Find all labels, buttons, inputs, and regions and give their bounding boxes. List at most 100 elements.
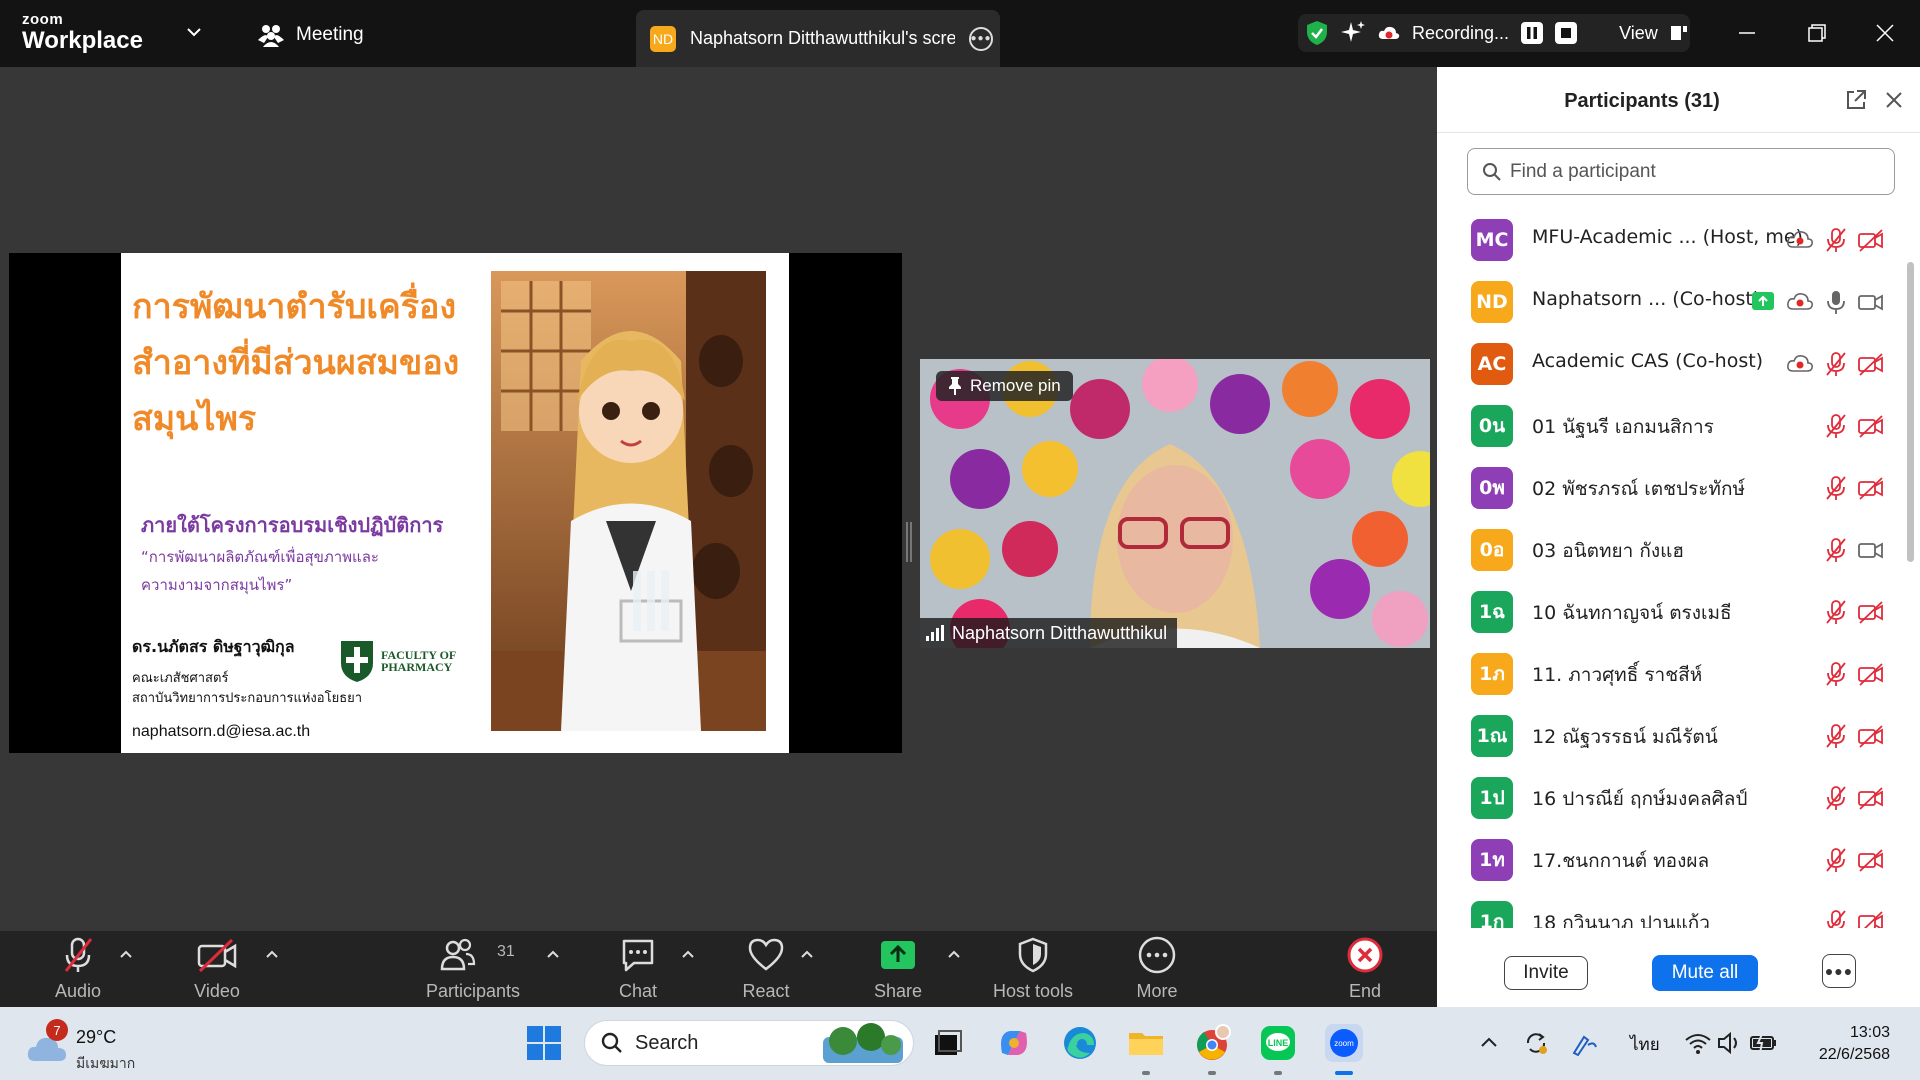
participant-row[interactable]: 1ป 16 ปารณีย์ ฤกษ์มงคลศิลป์ bbox=[1437, 766, 1905, 828]
camera-off-icon[interactable] bbox=[1857, 351, 1885, 377]
chevron-up-icon[interactable] bbox=[946, 947, 962, 963]
chrome-icon[interactable] bbox=[1192, 1023, 1232, 1063]
participant-search[interactable] bbox=[1467, 148, 1895, 195]
wifi-icon[interactable] bbox=[1684, 1029, 1712, 1057]
mic-muted-icon[interactable] bbox=[1823, 909, 1849, 928]
camera-off-icon[interactable] bbox=[1857, 599, 1885, 625]
slide-title-line: สมุนไพร bbox=[132, 399, 257, 439]
avatar: 0อ bbox=[1471, 529, 1513, 571]
system-clock[interactable]: 13:03 22/6/2568 bbox=[1806, 1022, 1890, 1066]
chevron-up-icon[interactable] bbox=[118, 947, 134, 963]
chevron-up-icon[interactable] bbox=[680, 947, 696, 963]
participant-name: 03 อนิตทยา กังแฮ bbox=[1532, 540, 1684, 562]
weather-widget[interactable]: 7 29°C มีเมฆมาก bbox=[26, 1019, 166, 1072]
task-view-icon[interactable] bbox=[928, 1023, 968, 1063]
mic-muted-icon[interactable] bbox=[1823, 599, 1849, 625]
audio-button[interactable]: Audio bbox=[48, 931, 108, 1007]
participant-row[interactable]: 0อ 03 อนิตทยา กังแฮ bbox=[1437, 518, 1905, 580]
participant-row[interactable]: 1ฉ 10 ฉันทกาญจน์ ตรงเมธี bbox=[1437, 580, 1905, 642]
mic-muted-icon[interactable] bbox=[1823, 847, 1849, 873]
mic-muted-icon[interactable] bbox=[1823, 227, 1849, 253]
chevron-up-icon[interactable] bbox=[799, 947, 815, 963]
brand-big-text: Workplace bbox=[22, 27, 143, 54]
participant-row[interactable]: 1ท 17.ชนกกานต์ ทองผล bbox=[1437, 828, 1905, 890]
video-button[interactable]: Video bbox=[187, 931, 247, 1007]
mic-muted-icon[interactable] bbox=[1823, 413, 1849, 439]
participant-row[interactable]: 1ภ 11. ภาวศุทธิ์ ราชสีห์ bbox=[1437, 642, 1905, 704]
camera-off-icon[interactable] bbox=[1857, 847, 1885, 873]
mic-muted-icon[interactable] bbox=[1823, 785, 1849, 811]
participant-row[interactable]: AC Academic CAS (Co-host) bbox=[1437, 332, 1905, 394]
windows-taskbar: 7 29°C มีเมฆมาก Search LINE zoom ไทย 13:… bbox=[0, 1007, 1920, 1080]
tab-meeting[interactable]: Meeting bbox=[258, 22, 364, 48]
view-layout-icon[interactable] bbox=[1670, 24, 1688, 42]
camera-off-icon[interactable] bbox=[1857, 661, 1885, 687]
more-options-icon[interactable]: ●●● bbox=[969, 26, 993, 51]
line-app-icon[interactable]: LINE bbox=[1258, 1023, 1298, 1063]
participant-row[interactable]: 1ณ 12 ณัฐวรรธน์ มณีรัตน์ bbox=[1437, 704, 1905, 766]
participant-row[interactable]: ND Naphatsorn ... (Co-host) bbox=[1437, 270, 1905, 332]
close-icon[interactable] bbox=[1870, 18, 1900, 48]
input-language[interactable]: ไทย bbox=[1630, 1031, 1660, 1058]
video-off-icon bbox=[197, 938, 237, 973]
camera-off-icon[interactable] bbox=[1857, 227, 1885, 253]
minimize-icon[interactable] bbox=[1732, 18, 1762, 48]
camera-off-icon[interactable] bbox=[1857, 413, 1885, 439]
participant-row[interactable]: 0น 01 นัฐนรี เอกมนสิการ bbox=[1437, 394, 1905, 456]
mic-muted-icon[interactable] bbox=[1823, 537, 1849, 563]
more-options-icon[interactable]: ●●● bbox=[1822, 954, 1856, 988]
close-panel-icon[interactable] bbox=[1881, 87, 1907, 113]
pen-input-icon[interactable] bbox=[1570, 1029, 1600, 1057]
scrollbar-thumb[interactable] bbox=[1907, 262, 1914, 562]
chat-button[interactable]: Chat bbox=[608, 931, 668, 1007]
more-button[interactable]: More bbox=[1127, 931, 1187, 1007]
invite-button[interactable]: Invite bbox=[1504, 956, 1588, 990]
svg-text:zoom: zoom bbox=[1334, 1039, 1354, 1048]
chevron-up-icon[interactable] bbox=[264, 947, 280, 963]
pause-recording-icon[interactable] bbox=[1521, 22, 1544, 44]
tab-screen-share[interactable]: ND Naphatsorn Ditthawutthikul's screen ●… bbox=[636, 10, 1000, 67]
taskbar-search[interactable]: Search bbox=[584, 1020, 914, 1066]
participant-row[interactable]: MC MFU-Academic ... (Host, me) bbox=[1437, 208, 1905, 270]
share-button[interactable]: Share bbox=[868, 931, 928, 1007]
chevron-up-icon[interactable] bbox=[545, 947, 561, 963]
restore-icon[interactable] bbox=[1802, 18, 1832, 48]
sync-icon[interactable] bbox=[1522, 1029, 1550, 1057]
camera-off-icon[interactable] bbox=[1857, 909, 1885, 928]
zoom-app-icon[interactable]: zoom bbox=[1324, 1023, 1364, 1063]
participant-row[interactable]: 0พ 02 พัชรภรณ์ เตชประทักษ์ bbox=[1437, 456, 1905, 518]
volume-icon[interactable] bbox=[1716, 1029, 1742, 1057]
copilot-icon[interactable] bbox=[994, 1023, 1034, 1063]
mic-muted-icon[interactable] bbox=[1823, 661, 1849, 687]
camera-off-icon[interactable] bbox=[1857, 475, 1885, 501]
chevron-up-icon[interactable] bbox=[1478, 1029, 1500, 1057]
search-input[interactable] bbox=[1510, 160, 1890, 183]
camera-off-icon[interactable] bbox=[1857, 723, 1885, 749]
ai-companion-icon[interactable] bbox=[1340, 20, 1366, 46]
mic-muted-icon[interactable] bbox=[1823, 351, 1849, 377]
view-button-label[interactable]: View bbox=[1619, 23, 1658, 44]
chevron-down-icon[interactable] bbox=[184, 22, 204, 42]
camera-off-icon[interactable] bbox=[1857, 785, 1885, 811]
react-button[interactable]: React bbox=[736, 931, 796, 1007]
battery-charging-icon[interactable] bbox=[1748, 1029, 1778, 1057]
pinned-video-tile[interactable]: Remove pin Naphatsorn Ditthawutthikul bbox=[920, 359, 1430, 648]
host-tools-button[interactable]: Host tools bbox=[990, 931, 1076, 1007]
file-explorer-icon[interactable] bbox=[1126, 1023, 1166, 1063]
remove-pin-button[interactable]: Remove pin bbox=[936, 371, 1073, 401]
shared-screen[interactable]: การพัฒนาตำรับเครื่อง สำอางที่มีส่วนผสมขอ… bbox=[9, 253, 902, 753]
pop-out-icon[interactable] bbox=[1843, 87, 1869, 113]
mic-muted-icon[interactable] bbox=[1823, 475, 1849, 501]
camera-on-icon[interactable] bbox=[1857, 289, 1885, 315]
mic-muted-icon[interactable] bbox=[1823, 723, 1849, 749]
mic-on-icon[interactable] bbox=[1823, 289, 1849, 315]
windows-start-icon[interactable] bbox=[524, 1023, 564, 1063]
camera-on-icon[interactable] bbox=[1857, 537, 1885, 563]
mute-all-button[interactable]: Mute all bbox=[1652, 955, 1758, 991]
stop-recording-icon[interactable] bbox=[1555, 22, 1578, 44]
security-shield-icon[interactable] bbox=[1306, 20, 1328, 46]
edge-icon[interactable] bbox=[1060, 1023, 1100, 1063]
resize-handle[interactable] bbox=[906, 522, 912, 562]
participant-row[interactable]: 1ก 18 กวินนาฎ ปานแก้ว bbox=[1437, 890, 1905, 928]
end-meeting-button[interactable]: End bbox=[1335, 931, 1395, 1007]
